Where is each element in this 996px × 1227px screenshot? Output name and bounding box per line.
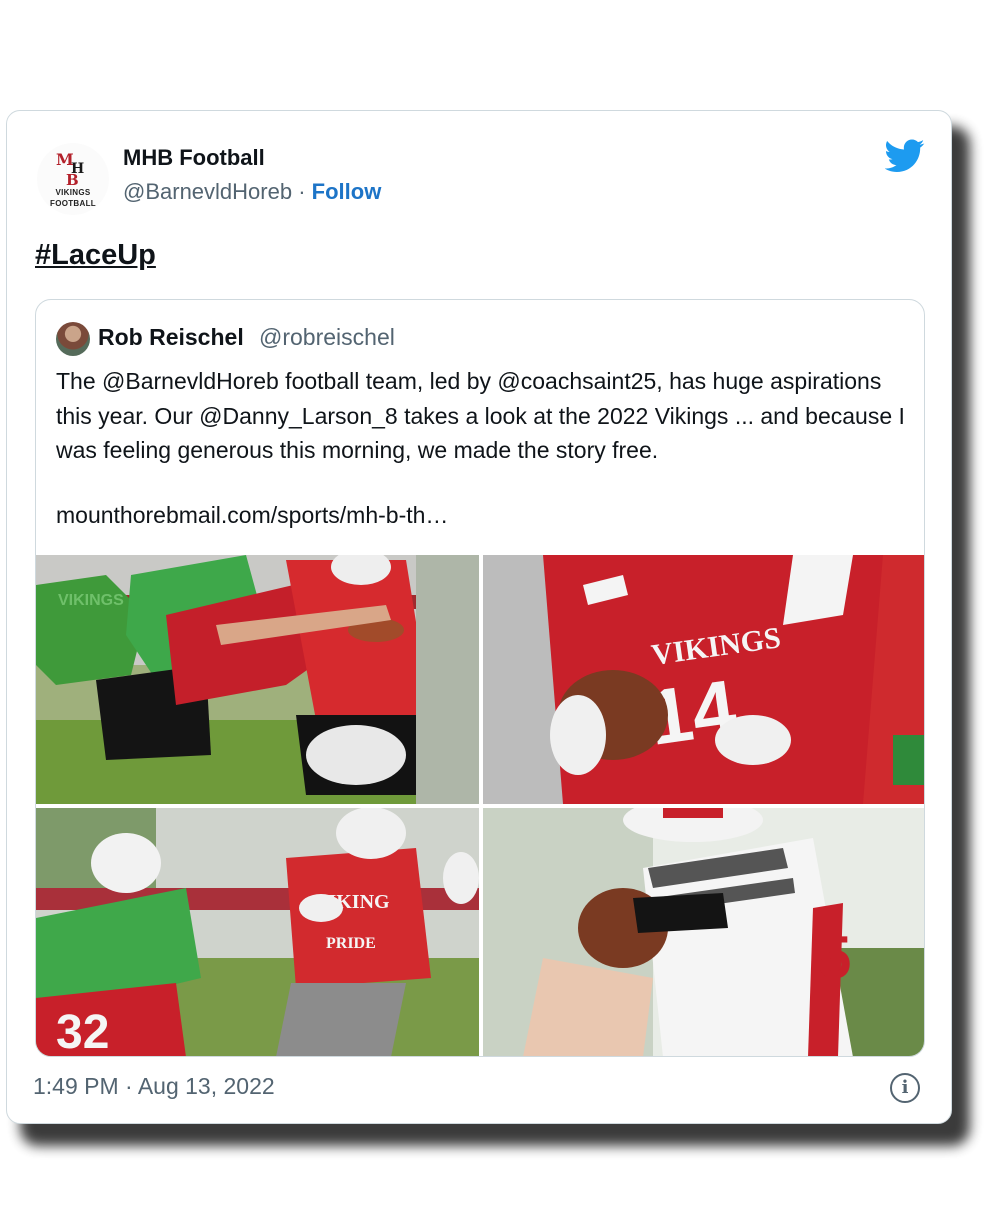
photo-1-jersey-text: VIKINGS	[58, 592, 124, 609]
info-icon[interactable]: i	[890, 1073, 920, 1103]
twitter-bird-icon[interactable]	[885, 139, 925, 173]
embedded-tweet-card: M H B VIKINGS FOOTBALL MHB Football @Bar…	[6, 110, 952, 1124]
photo-2[interactable]: VIKINGS 14	[483, 555, 924, 804]
photo-1[interactable]: VIKINGS	[36, 555, 479, 804]
quoted-tweet[interactable]: Rob Reischel @robreischel The @BarnevldH…	[35, 299, 925, 1057]
team-logo-icon: M H B	[56, 150, 84, 187]
svg-text:B: B	[66, 171, 79, 187]
photo-3-jersey-number: 32	[56, 1006, 109, 1057]
quoted-author-handle[interactable]: @robreischel	[259, 324, 395, 351]
photo-3-jersey-text-2: PRIDE	[326, 935, 376, 952]
meta-separator: ·	[298, 179, 306, 204]
photo-3[interactable]: 32 VIKING PRIDE	[36, 808, 479, 1057]
photo-grid: VIKINGS VIKINGS 14 32 VIKING PRIDE 5	[36, 555, 924, 1057]
quoted-tweet-text: The @BarnevldHoreb football team, led by…	[56, 368, 905, 463]
avatar-line-2: FOOTBALL	[50, 199, 96, 208]
photo-4[interactable]: 5	[483, 808, 924, 1056]
quoted-author-name[interactable]: Rob Reischel	[98, 324, 244, 351]
quoted-tweet-link[interactable]: mounthorebmail.com/sports/mh-b-th…	[56, 502, 448, 529]
tweet-timestamp[interactable]: 1:49 PM · Aug 13, 2022	[33, 1073, 275, 1100]
author-name[interactable]: MHB Football	[123, 145, 265, 171]
follow-button[interactable]: Follow	[312, 179, 382, 204]
quoted-author-avatar[interactable]	[56, 322, 90, 356]
author-meta: @BarnevldHoreb · Follow	[123, 179, 381, 205]
photo-4-jersey-number: 5	[818, 924, 851, 991]
tweet-hashtag[interactable]: #LaceUp	[35, 239, 156, 272]
avatar-line-1: VIKINGS	[55, 188, 91, 197]
author-handle[interactable]: @BarnevldHoreb	[123, 179, 292, 204]
author-avatar[interactable]: M H B VIKINGS FOOTBALL	[37, 143, 109, 215]
